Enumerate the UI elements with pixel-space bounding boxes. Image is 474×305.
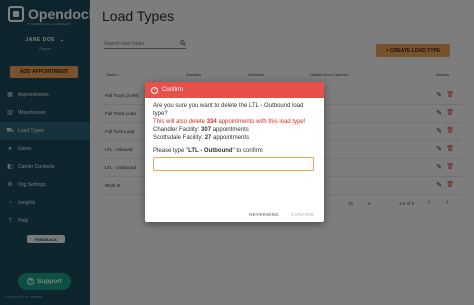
facility-suffix: appointments	[211, 135, 250, 141]
warning-suffix: appointments with this load type!	[216, 119, 306, 125]
facility-count-chandler: Chandler Facility: 307 appointments	[153, 126, 316, 134]
facility-appointments: 307	[201, 127, 212, 133]
dialog-header: ? Confirm	[145, 82, 324, 98]
confirm-text-input[interactable]	[153, 157, 314, 171]
instruction-prefix: Please type "	[153, 148, 189, 154]
confirm-instruction: Please type "LTL - Outbound" to confirm	[153, 147, 316, 155]
dialog-question: Are you sure you want to delete the LTL …	[153, 103, 304, 117]
facility-name: Chandler Facility:	[153, 127, 202, 133]
help-circle-icon: ?	[151, 86, 158, 94]
confirm-target-name: LTL - Outbound	[188, 148, 233, 154]
nevermind-button[interactable]: NEVERMIND	[249, 212, 279, 217]
warning-prefix: This will also delete	[153, 119, 207, 125]
facility-count-scottsdale: Scottsdale Facility: 27 appointments	[153, 134, 316, 142]
confirm-button[interactable]: CONFIRM	[291, 212, 314, 217]
facility-name: Scottsdale Facility:	[153, 135, 205, 141]
dialog-title: Confirm	[162, 87, 184, 93]
facility-suffix: appointments	[211, 127, 249, 133]
dialog-body: Are you sure you want to delete the LTL …	[145, 98, 324, 171]
dialog-warning: This will also delete 334 appointments w…	[153, 118, 316, 126]
warning-count: 334	[206, 119, 217, 125]
dialog-actions: NEVERMIND CONFIRM	[249, 212, 314, 217]
confirm-dialog: ? Confirm Are you sure you want to delet…	[145, 82, 324, 222]
instruction-suffix: " to confirm	[232, 148, 263, 154]
